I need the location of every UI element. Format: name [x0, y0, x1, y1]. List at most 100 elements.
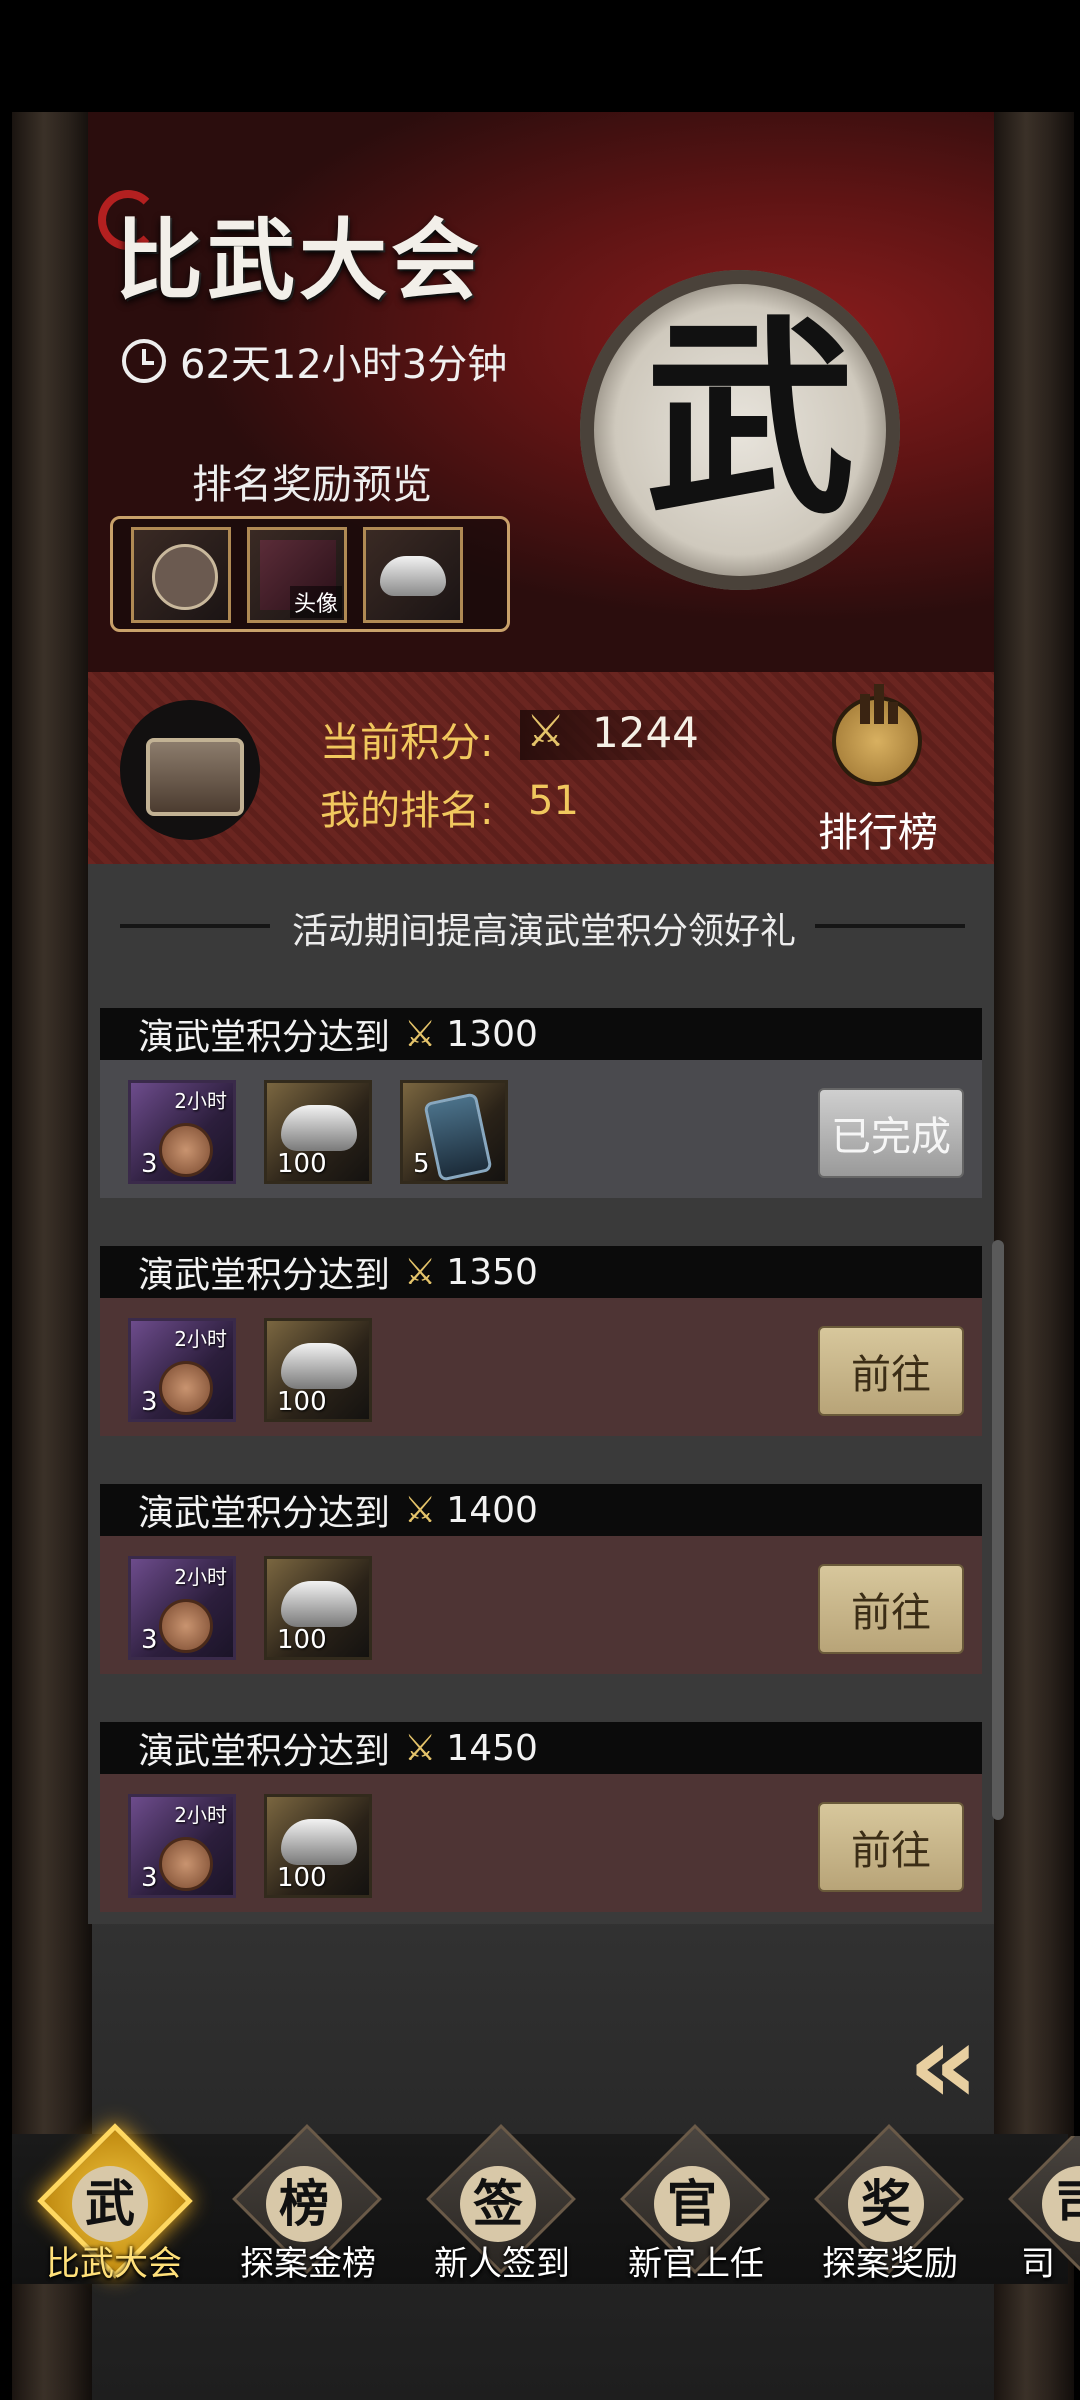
crossed-swords-icon: ⚔ — [404, 1489, 437, 1531]
silver-ingot-icon — [281, 1343, 357, 1389]
reward-item[interactable]: 2小时 3 — [128, 1318, 236, 1422]
silver-ingot-icon — [281, 1581, 357, 1627]
silver-ingot-icon — [281, 1819, 357, 1865]
reward-duration: 2小时 — [174, 1803, 227, 1827]
preview-item-avatar[interactable]: 头像 — [247, 527, 347, 623]
banner-text: 活动期间提高演武堂积分领好礼 — [292, 911, 797, 952]
reward-item[interactable]: 100 — [264, 1080, 372, 1184]
reward-qty: 3 — [141, 1387, 158, 1417]
nav-label: 司 — [1021, 2244, 1055, 2284]
task-card: 演武堂积分达到 ⚔ 1350 2小时 3 100 前往 — [100, 1246, 982, 1446]
go-button[interactable]: 前往 — [818, 1326, 964, 1416]
task-header: 演武堂积分达到 ⚔ 1300 — [100, 1008, 982, 1060]
leaderboard-icon[interactable] — [832, 684, 922, 786]
reward-duration: 2小时 — [174, 1089, 227, 1113]
reward-item[interactable]: 100 — [264, 1556, 372, 1660]
left-pillar — [12, 112, 92, 2400]
lion-statue-icon: 官 — [654, 2166, 730, 2242]
silver-ingot-icon — [380, 556, 446, 596]
task-body: 2小时 3 100 前往 — [100, 1774, 982, 1912]
go-button[interactable]: 前往 — [818, 1564, 964, 1654]
copper-coin-icon — [159, 1361, 213, 1415]
copper-coin-icon — [159, 1837, 213, 1891]
nav-item-xin-ren-qian-dao[interactable]: 签 新人签到 — [402, 2124, 592, 2296]
task-target: 1450 — [446, 1727, 538, 1769]
reward-qty: 100 — [277, 1149, 327, 1179]
double-chevron-left-icon[interactable]: « — [908, 2000, 979, 2128]
reward-item[interactable]: 2小时 3 — [128, 1794, 236, 1898]
leaderboard-label[interactable]: 排行榜 — [818, 800, 938, 858]
scrollbar[interactable] — [992, 1240, 1004, 1820]
task-header: 演武堂积分达到 ⚔ 1400 — [100, 1484, 982, 1536]
completed-button[interactable]: 已完成 — [818, 1088, 964, 1178]
nav-item-tan-an-jin-bang[interactable]: 榜 探案金榜 — [208, 2124, 398, 2296]
preview-item-portrait[interactable] — [131, 527, 231, 623]
countdown: 62天12小时3分钟 — [122, 332, 507, 390]
martial-emblem-icon: 武 — [72, 2166, 148, 2242]
token-icon — [423, 1092, 493, 1182]
task-card: 演武堂积分达到 ⚔ 1450 2小时 3 100 前往 — [100, 1722, 982, 1922]
preview-item-ingot[interactable] — [363, 527, 463, 623]
points-value: 1244 — [592, 708, 699, 757]
reward-item[interactable]: 2小时 3 — [128, 1080, 236, 1184]
banner-divider-left — [120, 924, 270, 928]
task-label: 演武堂积分达到 — [138, 1017, 391, 1058]
task-target: 1350 — [446, 1251, 538, 1293]
reward-preview-box[interactable]: 头像 — [110, 516, 510, 632]
copper-coin-icon — [159, 1123, 213, 1177]
nav-item-tan-an-jiang-li[interactable]: 奖 探案奖励 — [790, 2124, 980, 2296]
nav-item-xin-guan-shang-ren[interactable]: 官 新官上任 — [596, 2124, 786, 2296]
points-label: 当前积分: — [320, 720, 494, 766]
task-card: 演武堂积分达到 ⚔ 1400 2小时 3 100 前往 — [100, 1484, 982, 1684]
nav-label: 比武大会 — [46, 2244, 182, 2284]
clock-icon — [122, 339, 166, 383]
reward-item[interactable]: 2小时 3 — [128, 1556, 236, 1660]
nav-label: 新官上任 — [628, 2244, 764, 2284]
avatar-tag: 头像 — [289, 586, 342, 618]
nav-label: 探案奖励 — [822, 2244, 958, 2284]
emblem-char: 武 — [645, 296, 856, 543]
task-body: 2小时 3 100 5 已完成 — [100, 1060, 982, 1198]
reward-qty: 100 — [277, 1387, 327, 1417]
nav-item-bi-wu-da-hui[interactable]: 武 比武大会 — [14, 2123, 204, 2296]
right-pillar — [994, 112, 1074, 2400]
banner-divider-right — [815, 924, 965, 928]
go-button[interactable]: 前往 — [818, 1802, 964, 1892]
reward-duration: 2小时 — [174, 1327, 227, 1351]
copper-coin-icon — [159, 1599, 213, 1653]
reward-preview-title: 排名奖励预览 — [192, 462, 432, 508]
nav-label: 新人签到 — [434, 2244, 570, 2284]
task-target: 1400 — [446, 1489, 538, 1531]
rank-label: 我的排名: — [320, 788, 494, 834]
nav-label: 探案金榜 — [240, 2244, 376, 2284]
crossed-swords-icon: ⚔ — [404, 1013, 437, 1055]
reward-qty: 3 — [141, 1863, 158, 1893]
reward-item[interactable]: 5 — [400, 1080, 508, 1184]
page-title: 比武大会 — [115, 208, 484, 312]
countdown-text: 62天12小时3分钟 — [180, 342, 508, 388]
reward-qty: 3 — [141, 1149, 158, 1179]
crossed-swords-icon: ⚔ — [404, 1251, 437, 1293]
reward-duration: 2小时 — [174, 1565, 227, 1589]
nav-item-si[interactable]: 司 司 — [984, 2136, 1080, 2296]
crossed-swords-icon: ⚔ — [404, 1727, 437, 1769]
gift-box-icon: 奖 — [848, 2166, 924, 2242]
task-header: 演武堂积分达到 ⚔ 1450 — [100, 1722, 982, 1774]
task-label: 演武堂积分达到 — [138, 1731, 391, 1772]
task-body: 2小时 3 100 前往 — [100, 1536, 982, 1674]
task-label: 演武堂积分达到 — [138, 1493, 391, 1534]
reward-qty: 3 — [141, 1625, 158, 1655]
task-label: 演武堂积分达到 — [138, 1255, 391, 1296]
reward-item[interactable]: 100 — [264, 1794, 372, 1898]
reward-qty: 100 — [277, 1625, 327, 1655]
reward-qty: 100 — [277, 1863, 327, 1893]
task-card: 演武堂积分达到 ⚔ 1300 2小时 3 100 5 已完成 — [100, 1008, 982, 1208]
gold-list-icon: 榜 — [266, 2166, 342, 2242]
reward-qty: 5 — [413, 1149, 430, 1179]
treasure-chest-icon[interactable] — [146, 738, 244, 816]
reward-item[interactable]: 100 — [264, 1318, 372, 1422]
rank-value: 51 — [528, 778, 579, 824]
task-body: 2小时 3 100 前往 — [100, 1298, 982, 1436]
crossed-swords-icon: ⚔ — [526, 706, 566, 757]
scroll-icon: 签 — [460, 2166, 536, 2242]
